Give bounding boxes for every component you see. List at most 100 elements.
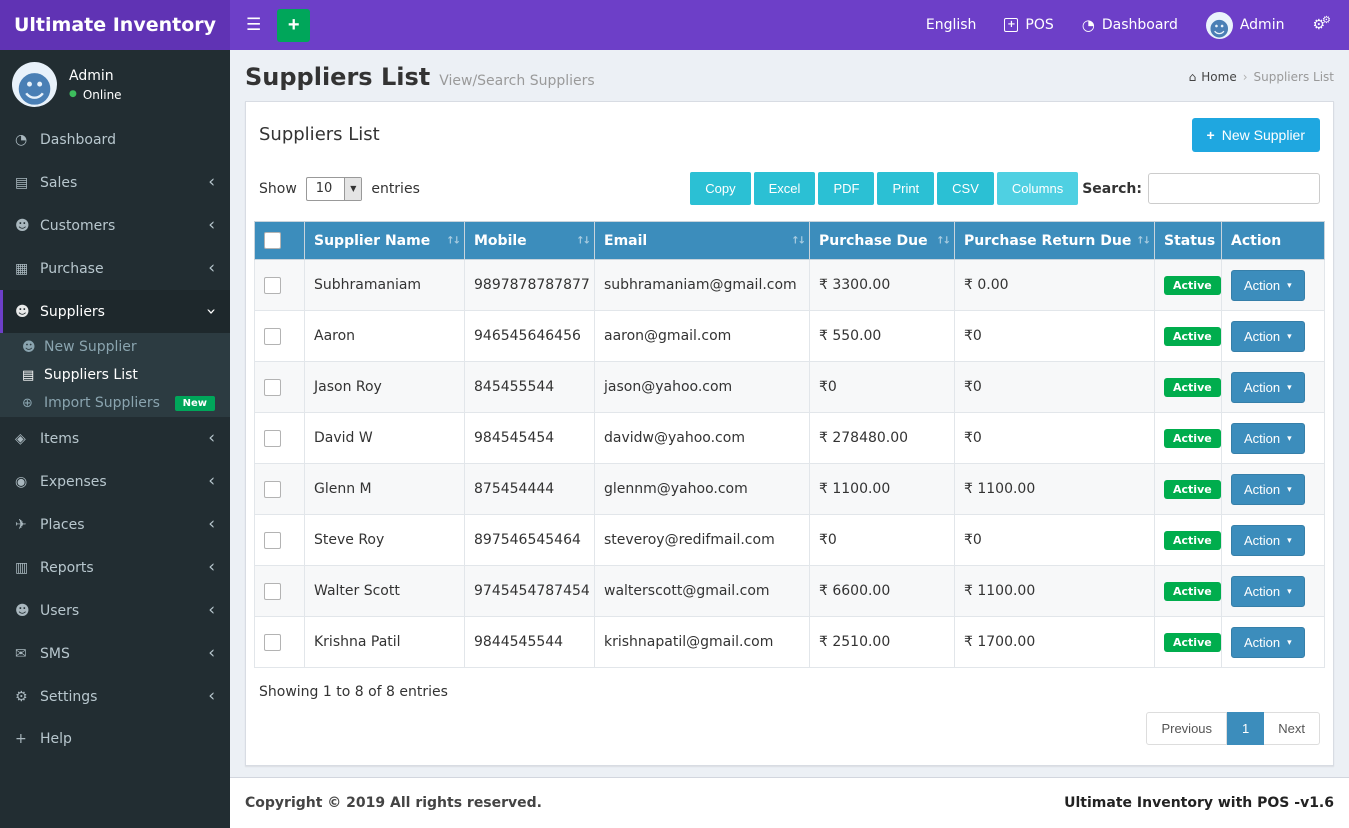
action-dropdown-button[interactable]: Action ▾ — [1231, 473, 1305, 505]
row-checkbox[interactable] — [264, 276, 281, 294]
show-entries: Show 10 ▼ entries — [259, 176, 420, 201]
nav-language-label: English — [925, 17, 977, 33]
new-supplier-button[interactable]: + New Supplier — [1191, 118, 1320, 152]
sidebar-item-reports[interactable]: ▥ Reports ‹ — [0, 546, 230, 589]
row-checkbox[interactable] — [264, 531, 281, 549]
customers-icon: ☻ — [15, 217, 30, 234]
nav-pos[interactable]: + POS — [1004, 17, 1054, 33]
pagination: Previous 1 Next — [254, 702, 1325, 757]
row-checkbox[interactable] — [264, 429, 281, 447]
row-checkbox[interactable] — [264, 633, 281, 651]
sidebar-item-items[interactable]: ◈ Items ‹ — [0, 417, 230, 460]
entries-select[interactable]: 10 ▼ — [305, 176, 363, 201]
new-badge: New — [174, 395, 215, 411]
sidebar-item-dashboard[interactable]: ◔ Dashboard — [0, 119, 230, 161]
sidebar-item-settings[interactable]: ⚙ Settings ‹ — [0, 675, 230, 718]
nav-user-menu[interactable]: ☻ Admin — [1205, 11, 1284, 39]
card-title: Suppliers List — [259, 124, 380, 145]
main-content: Suppliers List View/Search Suppliers ⌂ H… — [230, 50, 1349, 828]
header-supplier-name[interactable]: Supplier Name ↑↓ — [304, 221, 465, 260]
row-checkbox[interactable] — [264, 480, 281, 498]
purchase-due-cell: ₹0 — [809, 514, 955, 566]
mobile-cell: 845455544 — [464, 361, 595, 413]
search-control: Search: — [1082, 173, 1320, 204]
export-excel-button[interactable]: Excel — [753, 172, 816, 205]
row-checkbox[interactable] — [264, 327, 281, 345]
pagination-previous-button[interactable]: Previous — [1146, 712, 1228, 745]
export-pdf-button[interactable]: PDF — [818, 172, 875, 205]
supplier-name-cell: Glenn M — [304, 463, 465, 515]
sidebar-item-sms[interactable]: ✉ SMS ‹ — [0, 632, 230, 675]
pagination-next-button[interactable]: Next — [1264, 712, 1320, 745]
action-dropdown-button[interactable]: Action ▾ — [1231, 269, 1305, 301]
supplier-name-cell: Aaron — [304, 310, 465, 362]
sidebar-subitem-suppliers-list[interactable]: ▤ Suppliers List — [0, 361, 230, 389]
nav-settings[interactable]: ⚙ ⚙ — [1312, 15, 1331, 33]
table-row: Subhramaniam 9897878787877 subhramaniam@… — [254, 259, 1325, 311]
table-row: Steve Roy 897546545464 steveroy@redifmai… — [254, 514, 1325, 566]
sidebar: ☻ Admin ● Online ◔ Dashboard ▤ Sales ‹ ☻ — [0, 50, 230, 828]
page-subtitle: View/Search Suppliers — [439, 72, 595, 89]
sidebar-subitem-new-supplier[interactable]: ☻ New Supplier — [0, 333, 230, 361]
export-print-button[interactable]: Print — [877, 172, 935, 205]
email-cell: krishnapatil@gmail.com — [594, 616, 810, 668]
export-copy-button[interactable]: Copy — [690, 172, 751, 205]
purchase-due-cell: ₹ 2510.00 — [809, 616, 955, 668]
chevron-left-icon: ‹ — [208, 686, 215, 706]
action-dropdown-button[interactable]: Action ▾ — [1231, 626, 1305, 658]
sidebar-item-help[interactable]: + Help — [0, 718, 230, 760]
status-badge: Active — [1164, 479, 1221, 499]
sidebar-item-expenses[interactable]: ◉ Expenses ‹ — [0, 460, 230, 503]
row-checkbox[interactable] — [264, 582, 281, 600]
breadcrumb-home[interactable]: ⌂ Home — [1189, 70, 1237, 84]
sidebar-item-suppliers[interactable]: ☻ Suppliers ‹ — [0, 290, 230, 333]
status-badge: Active — [1164, 530, 1221, 550]
action-dropdown-button[interactable]: Action ▾ — [1231, 575, 1305, 607]
sidebar-toggle-icon[interactable]: ☰ — [230, 0, 277, 50]
chevron-left-icon: ‹ — [208, 643, 215, 663]
columns-visibility-button[interactable]: Columns — [996, 172, 1079, 205]
nav-language[interactable]: English — [926, 17, 977, 33]
chevron-down-icon: ‹ — [201, 308, 222, 315]
action-dropdown-button[interactable]: Action ▾ — [1231, 422, 1305, 454]
nav-dashboard[interactable]: ◔ Dashboard — [1082, 17, 1178, 33]
header-purchase-due[interactable]: Purchase Due ↑↓ — [809, 221, 955, 260]
export-csv-button[interactable]: CSV — [937, 172, 994, 205]
sidebar-subitem-import-suppliers[interactable]: ⊕ Import Suppliers New — [0, 389, 230, 417]
table-header-row: Supplier Name ↑↓ Mobile ↑↓ Email ↑↓ Purc… — [254, 221, 1325, 260]
new-supplier-button-label: New Supplier — [1221, 127, 1305, 143]
action-dropdown-button[interactable]: Action ▾ — [1231, 524, 1305, 556]
help-icon: + — [15, 731, 27, 747]
select-dropdown-icon: ▼ — [344, 177, 362, 200]
sort-icon: ↑↓ — [791, 235, 806, 246]
row-checkbox[interactable] — [264, 378, 281, 396]
sort-icon: ↑↓ — [446, 235, 461, 246]
select-all-checkbox[interactable] — [264, 232, 281, 249]
sidebar-item-users[interactable]: ☻ Users ‹ — [0, 589, 230, 632]
sidebar-item-sales[interactable]: ▤ Sales ‹ — [0, 161, 230, 204]
dashboard-gauge-icon: ◔ — [1081, 15, 1095, 34]
mobile-cell: 946545646456 — [464, 310, 595, 362]
action-dropdown-button[interactable]: Action ▾ — [1231, 320, 1305, 352]
app-brand[interactable]: Ultimate Inventory — [0, 0, 230, 50]
action-dropdown-button[interactable]: Action ▾ — [1231, 371, 1305, 403]
users-icon: ☻ — [15, 602, 30, 619]
header-mobile[interactable]: Mobile ↑↓ — [464, 221, 595, 260]
caret-down-icon: ▾ — [1287, 483, 1292, 494]
search-input[interactable] — [1148, 173, 1320, 204]
dashboard-icon: ◔ — [15, 132, 28, 148]
header-email[interactable]: Email ↑↓ — [594, 221, 810, 260]
header-purchase-return-due[interactable]: Purchase Return Due ↑↓ — [954, 221, 1155, 260]
supplier-name-cell: Walter Scott — [304, 565, 465, 617]
quick-add-button[interactable]: + — [277, 8, 311, 42]
mobile-cell: 9745454787454 — [464, 565, 595, 617]
import-suppliers-icon: ⊕ — [22, 395, 33, 411]
mobile-cell: 875454444 — [464, 463, 595, 515]
settings-icon: ⚙ — [15, 688, 28, 705]
sidebar-item-places[interactable]: ✈ Places ‹ — [0, 503, 230, 546]
sidebar-item-customers[interactable]: ☻ Customers ‹ — [0, 204, 230, 247]
pagination-page-1-button[interactable]: 1 — [1227, 712, 1265, 745]
purchase-due-cell: ₹0 — [809, 361, 955, 413]
sidebar-item-purchase[interactable]: ▦ Purchase ‹ — [0, 247, 230, 290]
caret-down-icon: ▾ — [1287, 534, 1292, 545]
